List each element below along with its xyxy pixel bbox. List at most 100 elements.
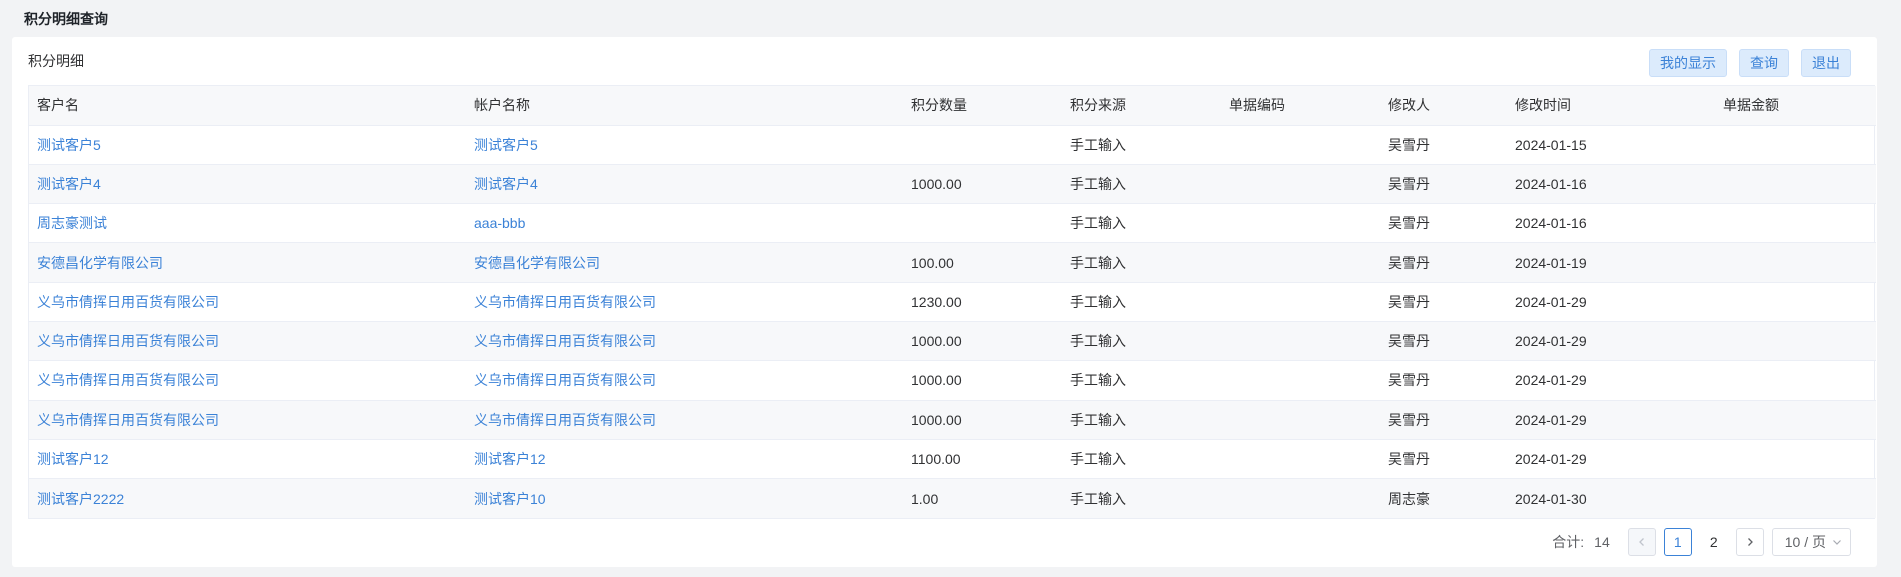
next-page-button[interactable] [1735, 528, 1764, 556]
doc-code-cell [1221, 282, 1380, 322]
source-cell: 手工输入 [1062, 439, 1221, 480]
doc-amount-cell [1715, 478, 1876, 518]
modified-time-cell: 2024-01-29 [1507, 360, 1715, 401]
customer-link[interactable]: 义乌市倩挥日用百货有限公司 [29, 282, 466, 322]
chevron-down-icon [1833, 540, 1841, 545]
points-cell: 1.00 [903, 478, 1062, 518]
modified-time-cell: 2024-01-29 [1507, 282, 1715, 322]
source-cell: 手工输入 [1062, 125, 1221, 165]
column-header-doc-code[interactable]: 单据编码 [1221, 86, 1380, 126]
doc-code-cell [1221, 164, 1380, 205]
page-1-button[interactable]: 1 [1663, 528, 1692, 556]
doc-code-cell [1221, 203, 1380, 244]
customer-link[interactable]: 安德昌化学有限公司 [29, 242, 466, 283]
points-cell: 1000.00 [903, 360, 1062, 401]
column-header-points[interactable]: 积分数量 [903, 86, 1062, 126]
modifier-cell: 周志豪 [1380, 478, 1507, 518]
table-row[interactable]: 安德昌化学有限公司 安德昌化学有限公司 100.00 手工输入 吴雪丹 2024… [29, 242, 1876, 283]
account-link[interactable]: 安德昌化学有限公司 [466, 242, 903, 283]
modified-time-cell: 2024-01-30 [1507, 478, 1715, 518]
page-2-button[interactable]: 2 [1700, 528, 1728, 556]
table-row[interactable]: 测试客户5 测试客户5 手工输入 吴雪丹 2024-01-15 [29, 125, 1876, 165]
doc-amount-cell [1715, 360, 1876, 401]
table-row[interactable]: 义乌市倩挥日用百货有限公司 义乌市倩挥日用百货有限公司 1230.00 手工输入… [29, 282, 1876, 322]
table-header-row: 客户名 帐户名称 积分数量 积分来源 单据编码 修改人 修改时间 单据金额 [29, 86, 1876, 126]
table-row[interactable]: 测试客户12 测试客户12 1100.00 手工输入 吴雪丹 2024-01-2… [29, 439, 1876, 480]
table-row[interactable]: 义乌市倩挥日用百货有限公司 义乌市倩挥日用百货有限公司 1000.00 手工输入… [29, 360, 1876, 401]
toolbar: 我的显示 查询 退出 [1649, 49, 1851, 77]
pagination: 合计: 14 1 2 10 / 页 [1552, 528, 1851, 556]
modifier-cell: 吴雪丹 [1380, 125, 1507, 165]
chevron-right-icon [1747, 538, 1753, 546]
modifier-cell: 吴雪丹 [1380, 242, 1507, 283]
column-header-modifier[interactable]: 修改人 [1380, 86, 1507, 126]
modifier-cell: 吴雪丹 [1380, 203, 1507, 244]
account-link[interactable]: 测试客户5 [466, 125, 903, 165]
account-link[interactable]: 义乌市倩挥日用百货有限公司 [466, 360, 903, 401]
exit-button[interactable]: 退出 [1801, 49, 1851, 77]
account-link[interactable]: 义乌市倩挥日用百货有限公司 [466, 321, 903, 362]
points-table: 客户名 帐户名称 积分数量 积分来源 单据编码 修改人 修改时间 单据金额 测试… [28, 85, 1876, 519]
points-cell: 1000.00 [903, 400, 1062, 440]
source-cell: 手工输入 [1062, 282, 1221, 322]
column-header-source[interactable]: 积分来源 [1062, 86, 1221, 126]
points-cell [903, 203, 1062, 244]
prev-page-button[interactable] [1627, 528, 1656, 556]
account-link[interactable]: 测试客户12 [466, 439, 903, 480]
account-link[interactable]: 测试客户4 [466, 164, 903, 205]
column-header-account[interactable]: 帐户名称 [466, 86, 903, 126]
customer-link[interactable]: 周志豪测试 [29, 203, 466, 244]
account-link[interactable]: aaa-bbb [466, 203, 903, 244]
points-cell: 1100.00 [903, 439, 1062, 480]
modified-time-cell: 2024-01-16 [1507, 203, 1715, 244]
customer-link[interactable]: 义乌市倩挥日用百货有限公司 [29, 360, 466, 401]
source-cell: 手工输入 [1062, 242, 1221, 283]
modified-time-cell: 2024-01-29 [1507, 439, 1715, 480]
modified-time-cell: 2024-01-16 [1507, 164, 1715, 205]
customer-link[interactable]: 测试客户2222 [29, 478, 466, 518]
card-title: 积分明细 [28, 53, 84, 69]
table-row[interactable]: 周志豪测试 aaa-bbb 手工输入 吴雪丹 2024-01-16 [29, 203, 1876, 244]
modifier-cell: 吴雪丹 [1380, 400, 1507, 440]
source-cell: 手工输入 [1062, 164, 1221, 205]
customer-link[interactable]: 义乌市倩挥日用百货有限公司 [29, 400, 466, 440]
doc-code-cell [1221, 321, 1380, 362]
doc-amount-cell [1715, 439, 1876, 480]
modifier-cell: 吴雪丹 [1380, 164, 1507, 205]
modifier-cell: 吴雪丹 [1380, 360, 1507, 401]
doc-code-cell [1221, 400, 1380, 440]
column-header-customer[interactable]: 客户名 [29, 86, 466, 126]
table-row[interactable]: 义乌市倩挥日用百货有限公司 义乌市倩挥日用百货有限公司 1000.00 手工输入… [29, 321, 1876, 362]
table-row[interactable]: 测试客户4 测试客户4 1000.00 手工输入 吴雪丹 2024-01-16 [29, 164, 1876, 205]
modifier-cell: 吴雪丹 [1380, 439, 1507, 480]
points-cell: 1000.00 [903, 321, 1062, 362]
points-cell [903, 125, 1062, 165]
table-row[interactable]: 义乌市倩挥日用百货有限公司 义乌市倩挥日用百货有限公司 1000.00 手工输入… [29, 400, 1876, 440]
my-display-button[interactable]: 我的显示 [1649, 49, 1727, 77]
doc-amount-cell [1715, 242, 1876, 283]
doc-amount-cell [1715, 203, 1876, 244]
modified-time-cell: 2024-01-19 [1507, 242, 1715, 283]
column-header-doc-amount[interactable]: 单据金额 [1715, 86, 1876, 126]
doc-code-cell [1221, 242, 1380, 283]
page-size-value: 10 / 页 [1784, 534, 1826, 550]
table-row[interactable]: 测试客户2222 测试客户10 1.00 手工输入 周志豪 2024-01-30 [29, 478, 1876, 518]
account-link[interactable]: 义乌市倩挥日用百货有限公司 [466, 400, 903, 440]
doc-amount-cell [1715, 125, 1876, 165]
doc-amount-cell [1715, 282, 1876, 322]
doc-amount-cell [1715, 321, 1876, 362]
account-link[interactable]: 义乌市倩挥日用百货有限公司 [466, 282, 903, 322]
customer-link[interactable]: 测试客户5 [29, 125, 466, 165]
doc-code-cell [1221, 360, 1380, 401]
total-count: 14 [1594, 534, 1610, 550]
query-button[interactable]: 查询 [1739, 49, 1789, 77]
customer-link[interactable]: 测试客户12 [29, 439, 466, 480]
account-link[interactable]: 测试客户10 [466, 478, 903, 518]
page-size-select[interactable]: 10 / 页 [1771, 528, 1851, 556]
doc-code-cell [1221, 125, 1380, 165]
customer-link[interactable]: 义乌市倩挥日用百货有限公司 [29, 321, 466, 362]
doc-code-cell [1221, 439, 1380, 480]
column-header-modified-time[interactable]: 修改时间 [1507, 86, 1715, 126]
source-cell: 手工输入 [1062, 360, 1221, 401]
customer-link[interactable]: 测试客户4 [29, 164, 466, 205]
